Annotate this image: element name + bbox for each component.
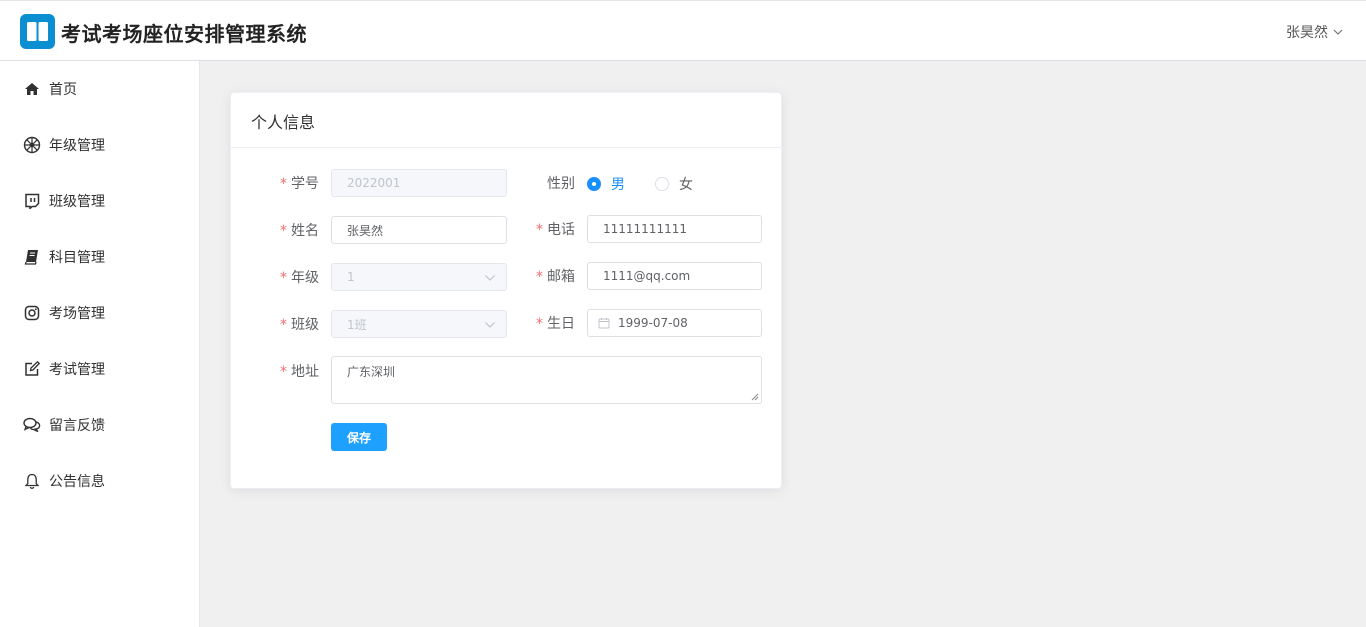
gender-radio-male[interactable]: 男 <box>587 174 625 194</box>
address-label: * 地址 <box>280 364 319 380</box>
edit-icon <box>23 360 41 378</box>
chevron-down-icon <box>485 322 495 328</box>
sidebar-item-label: 首页 <box>49 82 77 98</box>
home-icon <box>23 80 41 98</box>
email-input[interactable]: 1111@qq.com <box>587 262 762 290</box>
bell-icon <box>23 472 41 490</box>
sidebar-item-label: 考场管理 <box>49 306 105 322</box>
name-input[interactable]: 张昊然 <box>331 216 507 244</box>
comments-icon <box>23 416 41 434</box>
grade-select[interactable]: 1 <box>331 263 507 291</box>
chevron-down-icon <box>1333 29 1343 35</box>
calendar-icon <box>598 318 610 329</box>
card-title: 个人信息 <box>231 93 781 148</box>
sidebar-item-announcement[interactable]: 公告信息 <box>0 453 199 509</box>
class-select[interactable]: 1班 <box>331 310 507 338</box>
user-name: 张昊然 <box>1286 25 1328 41</box>
sidebar-item-subject[interactable]: 科目管理 <box>0 229 199 285</box>
phone-label: * 电话 <box>536 222 575 238</box>
sidebar-item-home[interactable]: 首页 <box>0 61 199 117</box>
sidebar-item-label: 科目管理 <box>49 250 105 266</box>
sidebar-item-exam[interactable]: 考试管理 <box>0 341 199 397</box>
name-label: * 姓名 <box>280 223 319 239</box>
sidebar-item-class[interactable]: 班级管理 <box>0 173 199 229</box>
sidebar-item-feedback[interactable]: 留言反馈 <box>0 397 199 453</box>
phone-input[interactable]: 11111111111 <box>587 215 762 243</box>
app-logo <box>20 14 55 49</box>
student-id-input[interactable]: 2022001 <box>331 169 507 197</box>
sidebar-item-label: 班级管理 <box>49 194 105 210</box>
radio-dot <box>587 177 601 191</box>
main-content: 个人信息 * 学号 2022001 性别 男 女 * 姓名 张昊然 * 电话 1111… <box>200 61 1366 627</box>
user-menu[interactable]: 张昊然 <box>1286 22 1344 42</box>
instagram-icon <box>23 304 41 322</box>
sidebar-item-exam-room[interactable]: 考场管理 <box>0 285 199 341</box>
sidebar-item-label: 考试管理 <box>49 362 105 378</box>
chevron-down-icon <box>485 275 495 281</box>
sidebar-item-label: 公告信息 <box>49 474 105 490</box>
address-textarea[interactable]: 广东深圳 <box>331 356 762 404</box>
sidebar-item-label: 留言反馈 <box>49 418 105 434</box>
email-label: * 邮箱 <box>536 269 575 285</box>
gender-radio-female[interactable]: 女 <box>655 174 693 194</box>
resize-grip-icon <box>751 393 759 401</box>
helm-icon <box>23 136 41 154</box>
class-label: * 班级 <box>280 317 319 333</box>
book-icon <box>23 248 41 266</box>
birthday-label: * 生日 <box>536 316 575 332</box>
radio-dot <box>655 177 669 191</box>
top-header: 考试考场座位安排管理系统 张昊然 <box>0 0 1366 61</box>
sidebar-item-label: 年级管理 <box>49 138 105 154</box>
birthday-datepicker[interactable]: 1999-07-08 <box>587 309 762 337</box>
profile-card: 个人信息 * 学号 2022001 性别 男 女 * 姓名 张昊然 * 电话 1111… <box>230 92 782 489</box>
book-open-icon <box>27 22 48 41</box>
student-id-label: * 学号 <box>280 176 319 192</box>
grade-label: * 年级 <box>280 270 319 286</box>
app-title: 考试考场座位安排管理系统 <box>61 22 307 46</box>
sidebar-item-grade[interactable]: 年级管理 <box>0 117 199 173</box>
chat-box-icon <box>23 192 41 210</box>
save-button[interactable]: 保存 <box>331 423 387 451</box>
gender-label: 性别 <box>547 176 575 192</box>
sidebar: 首页 年级管理 班级管理 科目管理 考场管理 考试管理 留言反馈 公告信息 <box>0 61 200 627</box>
